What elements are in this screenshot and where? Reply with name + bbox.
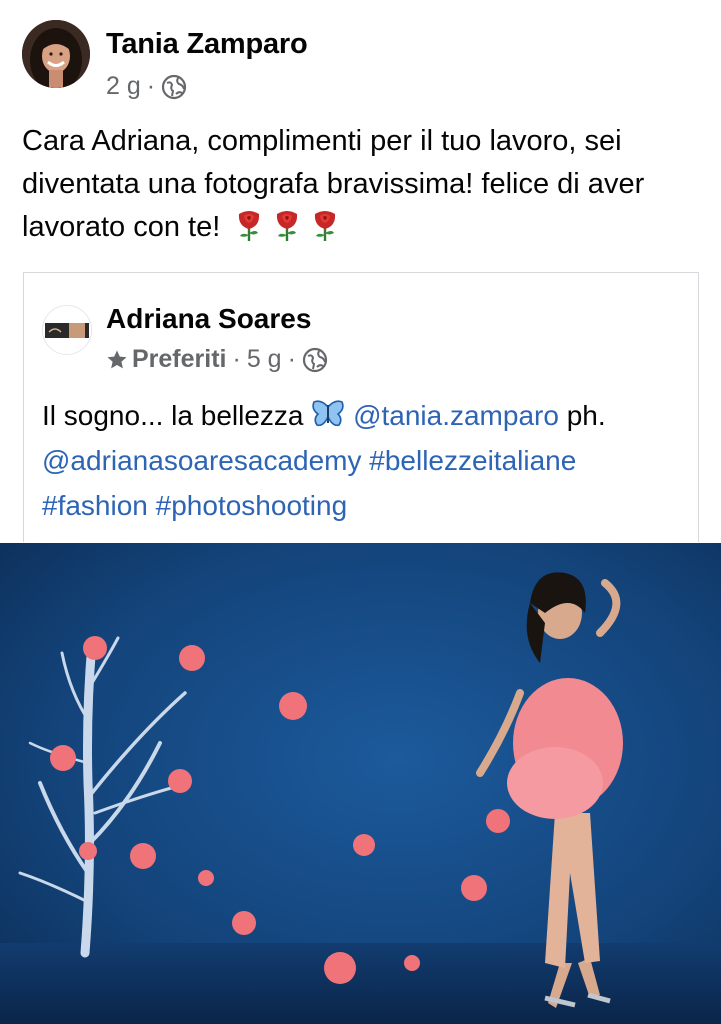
- post-text-line: Cara Adriana, complimenti per il tuo lav…: [22, 125, 622, 157]
- post-text-line-last: lavorato con te!: [22, 206, 702, 249]
- mention-link[interactable]: @tania.zamparo: [353, 400, 559, 431]
- shared-text-line: Il sogno... la bellezza @tania.zamparo p…: [42, 393, 682, 438]
- facebook-post: Tania Zamparo 2 g · Cara Adriana, compli…: [0, 0, 721, 1024]
- post-message: Cara Adriana, complimenti per il tuo lav…: [22, 120, 702, 249]
- rose-icon: [270, 208, 304, 242]
- post-photo[interactable]: [0, 543, 721, 1024]
- post-meta: 2 g ·: [106, 72, 187, 101]
- rose-icon: [308, 208, 342, 242]
- butterfly-icon: [311, 397, 345, 427]
- globe-icon[interactable]: [161, 74, 187, 100]
- hashtag-link[interactable]: #fashion: [42, 490, 148, 521]
- author-name[interactable]: Tania Zamparo: [106, 28, 308, 61]
- author-avatar[interactable]: [22, 20, 90, 88]
- shared-post-time[interactable]: 5 g: [247, 345, 282, 374]
- post-header: Tania Zamparo 2 g ·: [22, 20, 702, 100]
- shared-post-message: Il sogno... la bellezza @tania.zamparo p…: [42, 393, 682, 528]
- shared-text-line: #fashion #photoshooting: [42, 483, 682, 528]
- post-text-line: lavorato con te!: [22, 211, 221, 243]
- shared-text-prefix: Il sogno... la bellezza: [42, 400, 304, 431]
- meta-separator: ·: [232, 345, 241, 373]
- shared-author-name[interactable]: Adriana Soares: [106, 303, 311, 335]
- shared-author-avatar[interactable]: [42, 305, 92, 355]
- photo-image: [0, 543, 721, 1024]
- shared-text-line: @adrianasoaresacademy #bellezzeitaliane: [42, 438, 682, 483]
- shared-post-card[interactable]: Adriana Soares Preferiti · 5 g · Il sogn…: [23, 272, 699, 542]
- mention-link[interactable]: @adrianasoaresacademy: [42, 445, 361, 476]
- post-time[interactable]: 2 g: [106, 72, 141, 101]
- favorites-label: Preferiti: [132, 345, 227, 373]
- meta-separator: ·: [287, 345, 296, 373]
- shared-post-meta: Preferiti · 5 g ·: [106, 345, 328, 374]
- rose-icon: [232, 208, 266, 242]
- globe-icon[interactable]: [302, 347, 328, 373]
- hashtag-link[interactable]: #bellezzeitaliane: [369, 445, 576, 476]
- star-icon: [106, 349, 128, 371]
- meta-separator: ·: [146, 72, 156, 100]
- hashtag-link[interactable]: #photoshooting: [156, 490, 348, 521]
- shared-text-ph: ph.: [566, 400, 606, 431]
- post-text-line: diventata una fotografa bravissima! feli…: [22, 168, 645, 200]
